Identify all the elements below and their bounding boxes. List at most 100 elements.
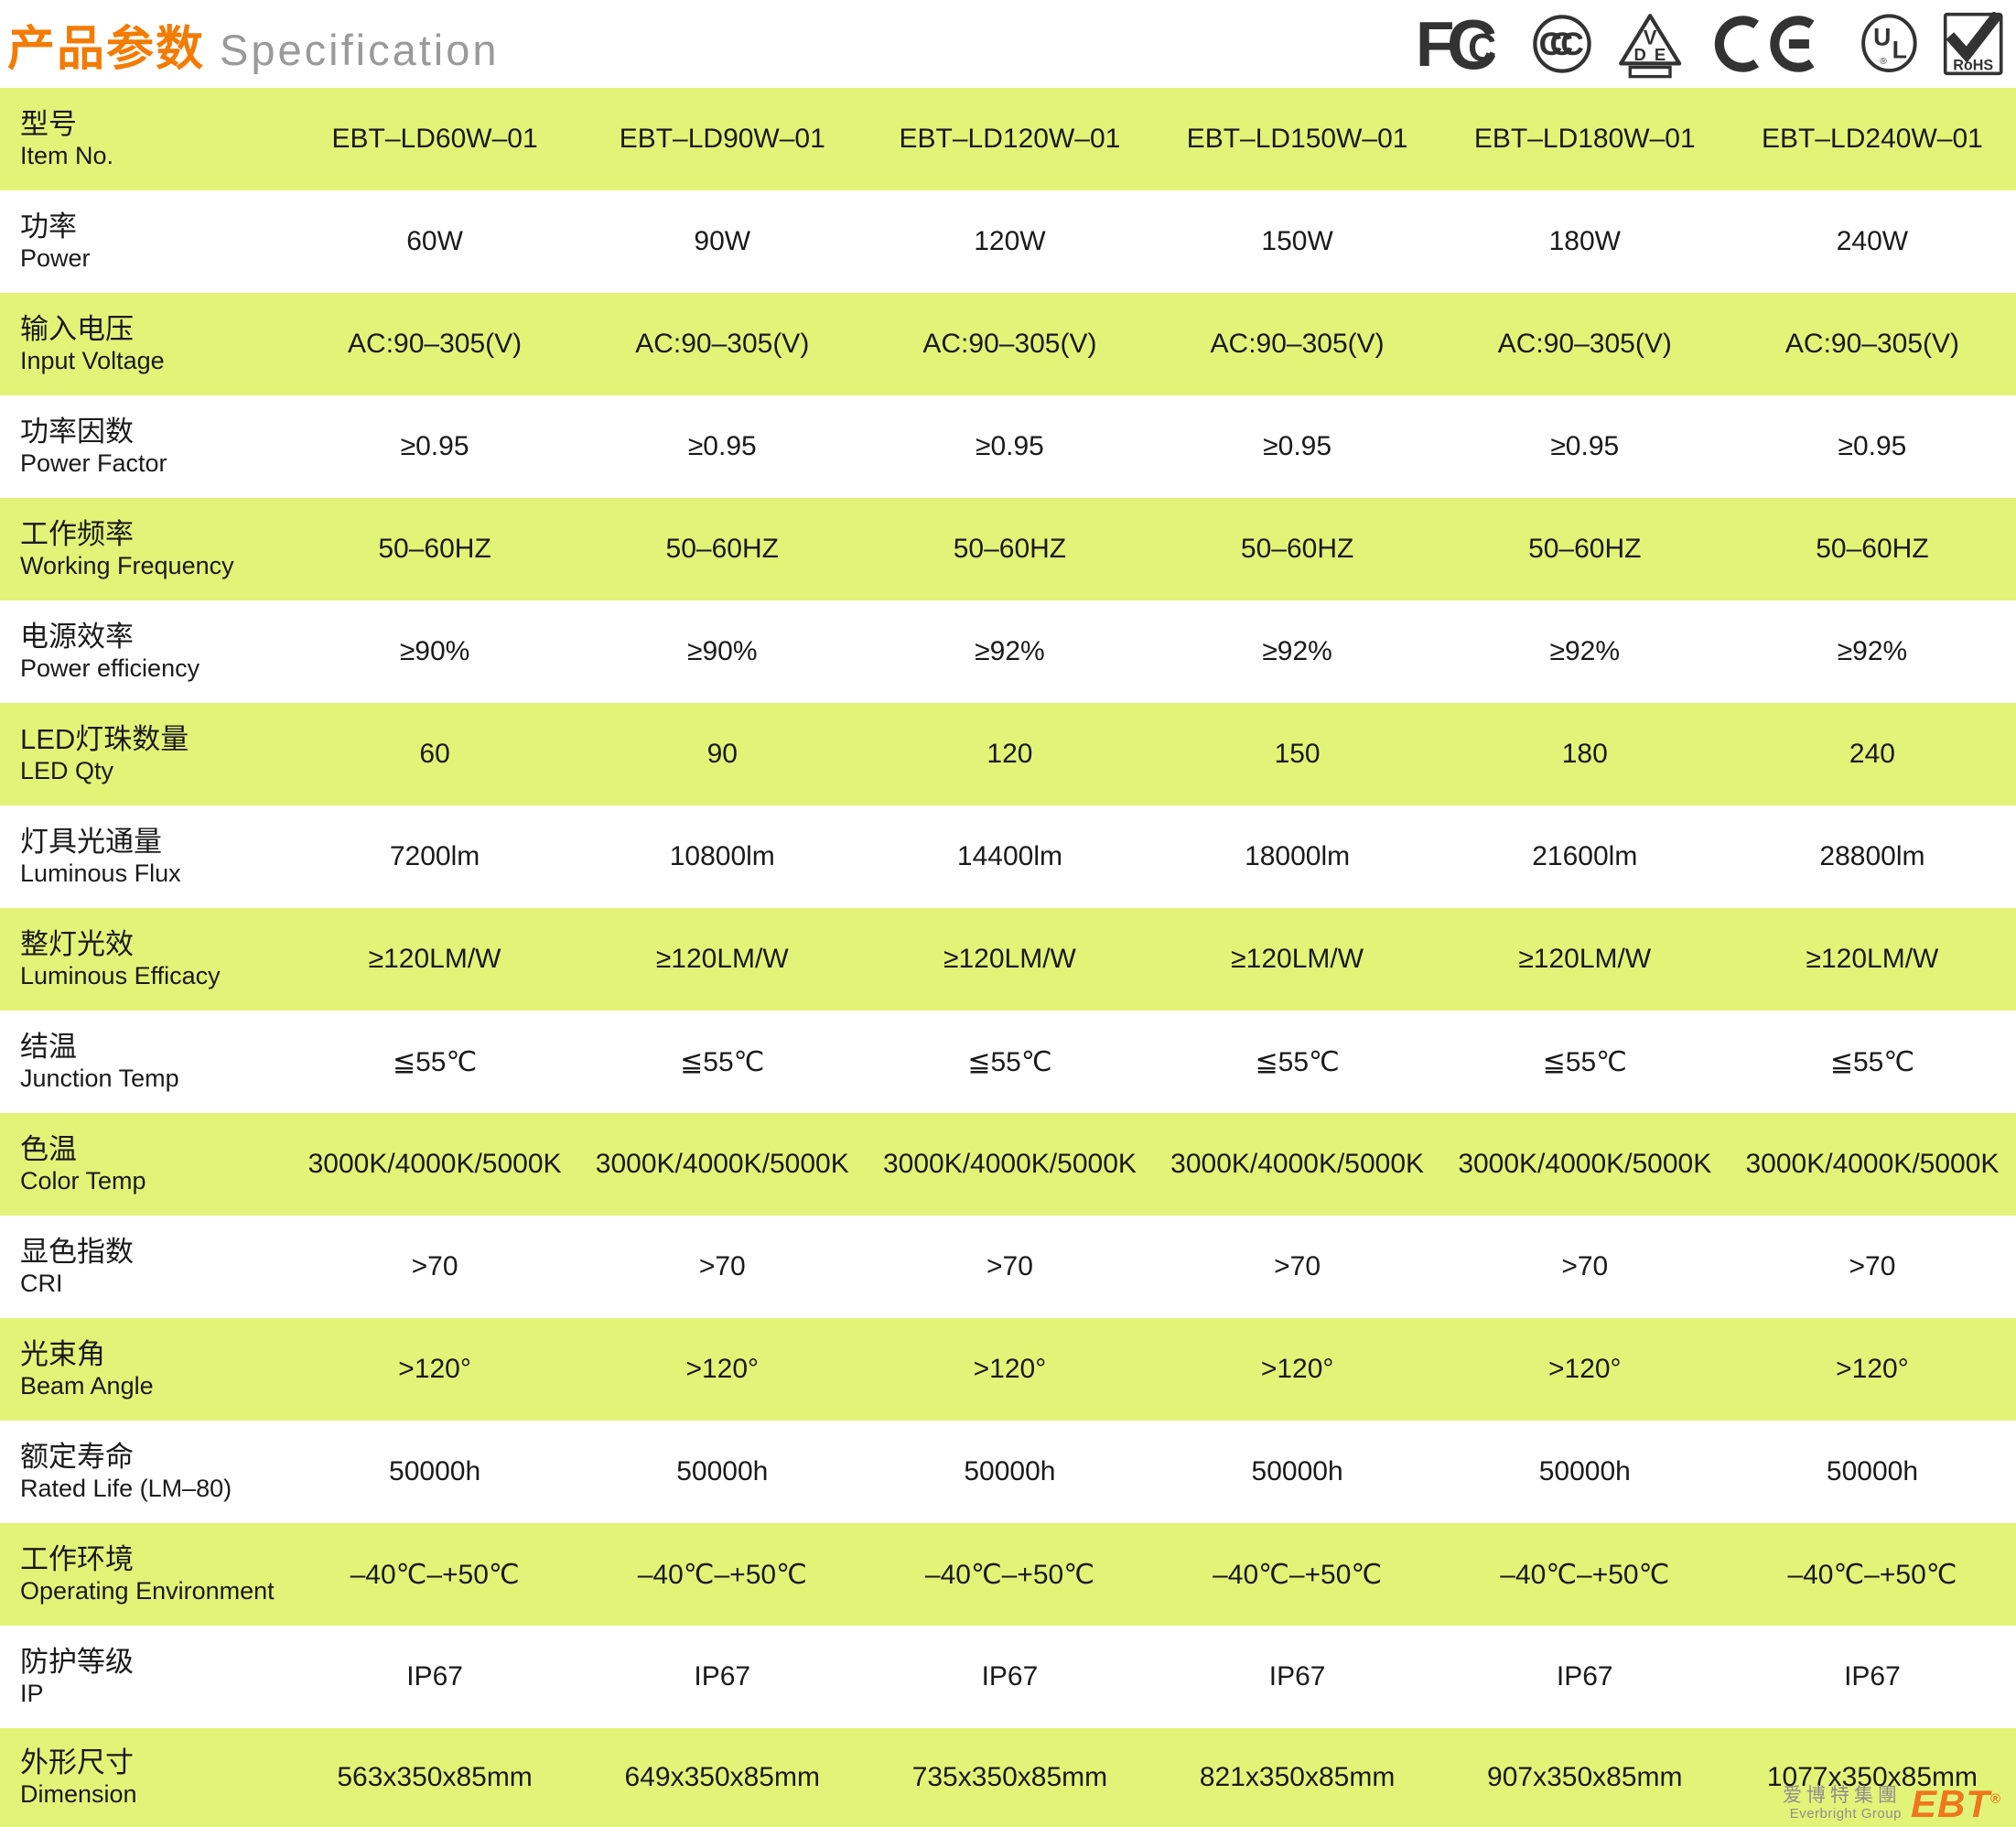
brand-abbr: EBT® [1911, 1787, 2001, 1822]
row-value: 180W [1441, 190, 1729, 293]
row-value: 3000K/4000K/5000K [1729, 1113, 2016, 1216]
table-row: 外形尺寸 Dimension 563x350x85mm 649x350x85mm… [0, 1728, 2016, 1827]
table-row: 光束角 Beam Angle >120° >120° >120° >120° >… [0, 1318, 2016, 1421]
row-value: 50000h [578, 1421, 866, 1523]
row-label: 色温 Color Temp [0, 1113, 291, 1216]
row-value: ≦55℃ [1441, 1011, 1729, 1113]
row-value: >70 [866, 1216, 1153, 1318]
row-label: 功率 Power [0, 190, 291, 293]
row-value: –40℃–+50℃ [1441, 1523, 1729, 1626]
row-value: ≥0.95 [1441, 395, 1729, 498]
fcc-letter: C [1468, 27, 1496, 70]
row-value: AC:90–305(V) [1729, 293, 2016, 395]
row-value: AC:90–305(V) [866, 293, 1153, 395]
rohs-checkmark [1953, 18, 1994, 54]
row-value: 907x350x85mm [1441, 1728, 1729, 1827]
row-value: ≥0.95 [1729, 395, 2016, 498]
row-value: AC:90–305(V) [291, 293, 578, 395]
row-value: 3000K/4000K/5000K [1154, 1113, 1441, 1216]
row-value: EBT–LD90W–01 [578, 88, 866, 190]
row-label: 额定寿命 Rated Life (LM–80) [0, 1421, 291, 1523]
row-value: 60 [291, 703, 578, 805]
table-row: 功率 Power 60W 90W 120W 150W 180W 240W [0, 190, 2016, 293]
row-value: EBT–LD120W–01 [866, 88, 1153, 190]
row-label: 输入电压 Input Voltage [0, 293, 291, 395]
row-value: AC:90–305(V) [1154, 293, 1441, 395]
row-value: 21600lm [1441, 805, 1729, 908]
row-value: ≥90% [578, 600, 866, 703]
row-label-chinese: 工作环境 [20, 1542, 291, 1577]
row-label-chinese: 功率 [20, 210, 291, 244]
table-row: 工作频率 Working Frequency 50–60HZ 50–60HZ 5… [0, 498, 2016, 600]
row-value: 120W [866, 190, 1153, 293]
fcc-icon: F C C [1416, 14, 1507, 74]
row-value: 7200lm [291, 805, 578, 908]
row-value: ≥92% [1729, 600, 2016, 703]
row-value: 3000K/4000K/5000K [866, 1113, 1153, 1216]
row-value: ≥120LM/W [1729, 908, 2016, 1011]
rohs-icon: RoHS [1943, 12, 2003, 76]
row-value: 60W [291, 190, 578, 293]
ce-icon [1708, 14, 1835, 74]
ccc-icon: C C C [1532, 14, 1592, 74]
row-value: –40℃–+50℃ [866, 1523, 1153, 1626]
row-value: EBT–LD180W–01 [1441, 88, 1729, 190]
row-value: >70 [1154, 1216, 1441, 1318]
row-label: 型号 Item No. [0, 88, 291, 190]
row-value: 735x350x85mm [866, 1728, 1153, 1827]
row-value: 50–60HZ [1729, 498, 2016, 600]
row-value: 3000K/4000K/5000K [291, 1113, 578, 1216]
row-value: ≦55℃ [291, 1011, 578, 1113]
vde-base-bar [1630, 68, 1670, 77]
table-row: 显色指数 CRI >70 >70 >70 >70 >70 >70 [0, 1216, 2016, 1318]
row-value: IP67 [1729, 1626, 2016, 1728]
row-label-english: Color Temp [20, 1166, 291, 1196]
row-label-chinese: 工作频率 [20, 517, 291, 552]
row-value: ≥120LM/W [1441, 908, 1729, 1011]
row-value: 240 [1729, 703, 2016, 805]
ccc-letter: C [1560, 26, 1584, 62]
row-label-english: Power Factor [20, 449, 291, 479]
row-value: 821x350x85mm [1154, 1728, 1441, 1827]
row-label-english: Input Voltage [20, 346, 291, 376]
row-value: ≦55℃ [1154, 1011, 1441, 1113]
row-value: >70 [291, 1216, 578, 1318]
row-label-chinese: 功率因数 [20, 415, 291, 449]
table-row: 色温 Color Temp 3000K/4000K/5000K 3000K/40… [0, 1113, 2016, 1216]
row-value: 120 [866, 703, 1153, 805]
brand-registered-mark: ® [1990, 1791, 2001, 1807]
row-value: 180 [1441, 703, 1729, 805]
vde-letter: E [1655, 45, 1666, 64]
row-label: LED灯珠数量 LED Qty [0, 703, 291, 805]
brand-abbr-text: EBT [1911, 1782, 1990, 1825]
row-label-english: LED Qty [20, 756, 291, 786]
row-value: ≥92% [1441, 600, 1729, 703]
row-value: 50000h [1441, 1421, 1729, 1523]
brand-company-chinese: 爱博特集團 [1783, 1785, 1902, 1806]
page-header: 产品参数 Specification F C C C C C V D E [0, 0, 2016, 88]
row-value: ≥0.95 [291, 395, 578, 498]
row-label: 外形尺寸 Dimension [0, 1728, 291, 1827]
row-label-english: Dimension [20, 1779, 291, 1810]
row-value: ≥120LM/W [1154, 908, 1441, 1011]
row-value: 150 [1154, 703, 1441, 805]
title-english: Specification [220, 25, 500, 75]
spec-table: 型号 Item No. EBT–LD60W–01 EBT–LD90W–01 EB… [0, 88, 2016, 1827]
row-value: 18000lm [1154, 805, 1441, 908]
certification-logos: F C C C C C V D E [1416, 8, 2003, 80]
row-value: 50000h [1729, 1421, 2016, 1523]
row-value: EBT–LD240W–01 [1729, 88, 2016, 190]
row-value: >70 [578, 1216, 866, 1318]
row-value: 3000K/4000K/5000K [578, 1113, 866, 1216]
row-label: 防护等级 IP [0, 1626, 291, 1728]
table-row: 电源效率 Power efficiency ≥90% ≥90% ≥92% ≥92… [0, 600, 2016, 703]
row-label-english: Operating Environment [20, 1576, 291, 1606]
row-value: 50–60HZ [291, 498, 578, 600]
row-value: 50–60HZ [1154, 498, 1441, 600]
row-label-english: Rated Life (LM–80) [20, 1474, 291, 1504]
row-value: ≥0.95 [866, 395, 1153, 498]
row-value: –40℃–+50℃ [1729, 1523, 2016, 1626]
row-label: 工作环境 Operating Environment [0, 1523, 291, 1626]
table-row: LED灯珠数量 LED Qty 60 90 120 150 180 240 [0, 703, 2016, 805]
row-label-chinese: 防护等级 [20, 1645, 291, 1680]
